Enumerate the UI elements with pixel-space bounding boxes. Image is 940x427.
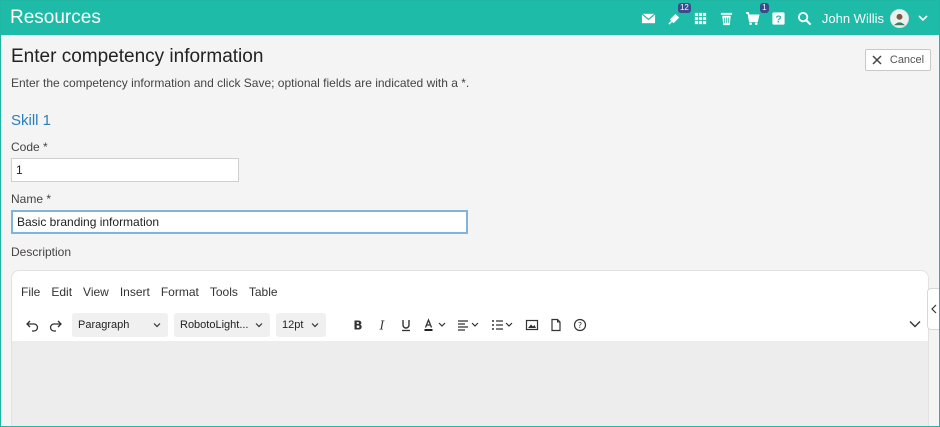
font-size-select[interactable]: 12pt — [276, 313, 326, 337]
font-size-value: 12pt — [282, 319, 304, 331]
menu-table[interactable]: Table — [249, 285, 278, 299]
document-icon[interactable] — [544, 313, 568, 337]
menu-format[interactable]: Format — [161, 285, 199, 299]
editor-content-area[interactable] — [12, 341, 928, 426]
app-window: Resources 12 1 ? John Willis Enter compe… — [0, 0, 940, 427]
code-field[interactable] — [11, 158, 239, 182]
undo-icon[interactable] — [20, 313, 44, 337]
cancel-label: Cancel — [889, 54, 925, 66]
search-icon[interactable] — [797, 10, 813, 26]
chevron-down-icon — [255, 323, 263, 328]
block-format-select[interactable]: Paragraph — [72, 313, 168, 337]
notifications-icon[interactable]: 12 — [667, 3, 691, 26]
chevron-down-icon[interactable] — [908, 317, 922, 331]
menu-edit[interactable]: Edit — [51, 285, 72, 299]
chevron-down-icon[interactable] — [917, 12, 929, 24]
code-label: Code * — [11, 140, 48, 154]
name-label: Name * — [11, 192, 52, 206]
svg-text:?: ? — [578, 321, 582, 330]
cancel-button[interactable]: Cancel — [865, 49, 931, 71]
help-icon[interactable]: ? — [771, 10, 787, 26]
bullet-list-icon[interactable] — [486, 313, 520, 337]
cart-badge: 1 — [759, 3, 769, 13]
svg-text:?: ? — [776, 14, 782, 25]
close-icon — [872, 55, 882, 65]
help-circle-icon[interactable]: ? — [568, 313, 592, 337]
menu-file[interactable]: File — [21, 285, 40, 299]
chevron-left-icon — [930, 304, 936, 314]
editor-menubar: File Edit View Insert Format Tools Table — [21, 285, 289, 299]
calendar-grid-icon[interactable] — [693, 10, 709, 26]
block-format-value: Paragraph — [78, 319, 130, 331]
menu-insert[interactable]: Insert — [120, 285, 150, 299]
text-color-icon[interactable] — [418, 313, 452, 337]
menu-tools[interactable]: Tools — [210, 285, 238, 299]
chevron-down-icon — [311, 323, 319, 328]
image-icon[interactable] — [520, 313, 544, 337]
user-name[interactable]: John Willis — [822, 11, 884, 26]
mail-icon[interactable] — [641, 10, 657, 26]
font-family-select[interactable]: RobotoLight... — [174, 313, 270, 337]
side-panel-toggle[interactable] — [927, 288, 939, 330]
rich-text-editor: File Edit View Insert Format Tools Table… — [11, 270, 929, 426]
italic-icon[interactable]: I — [370, 313, 394, 337]
name-field[interactable] — [11, 210, 468, 234]
redo-icon[interactable] — [44, 313, 68, 337]
cart-icon[interactable]: 1 — [745, 3, 769, 26]
section-title: Skill 1 — [11, 112, 52, 129]
editor-toolbar: Paragraph RobotoLight... 12pt B I ? — [12, 311, 928, 339]
description-label: Description — [11, 245, 72, 259]
svg-text:B: B — [353, 319, 362, 333]
svg-text:I: I — [379, 319, 385, 333]
underline-icon[interactable] — [394, 313, 418, 337]
trash-icon[interactable] — [719, 10, 735, 26]
align-icon[interactable] — [452, 313, 486, 337]
font-family-value: RobotoLight... — [180, 319, 249, 331]
page-title: Enter competency information — [11, 46, 264, 67]
bold-icon[interactable]: B — [346, 313, 370, 337]
menu-view[interactable]: View — [83, 285, 109, 299]
notifications-badge: 12 — [677, 3, 691, 13]
avatar[interactable] — [890, 8, 909, 28]
header-icons: 12 1 ? John Willis — [636, 1, 929, 35]
app-title: Resources — [10, 7, 101, 28]
instructions-text: Enter the competency information and cli… — [11, 76, 470, 90]
top-bar: Resources 12 1 ? John Willis — [1, 1, 939, 35]
chevron-down-icon — [153, 323, 161, 328]
